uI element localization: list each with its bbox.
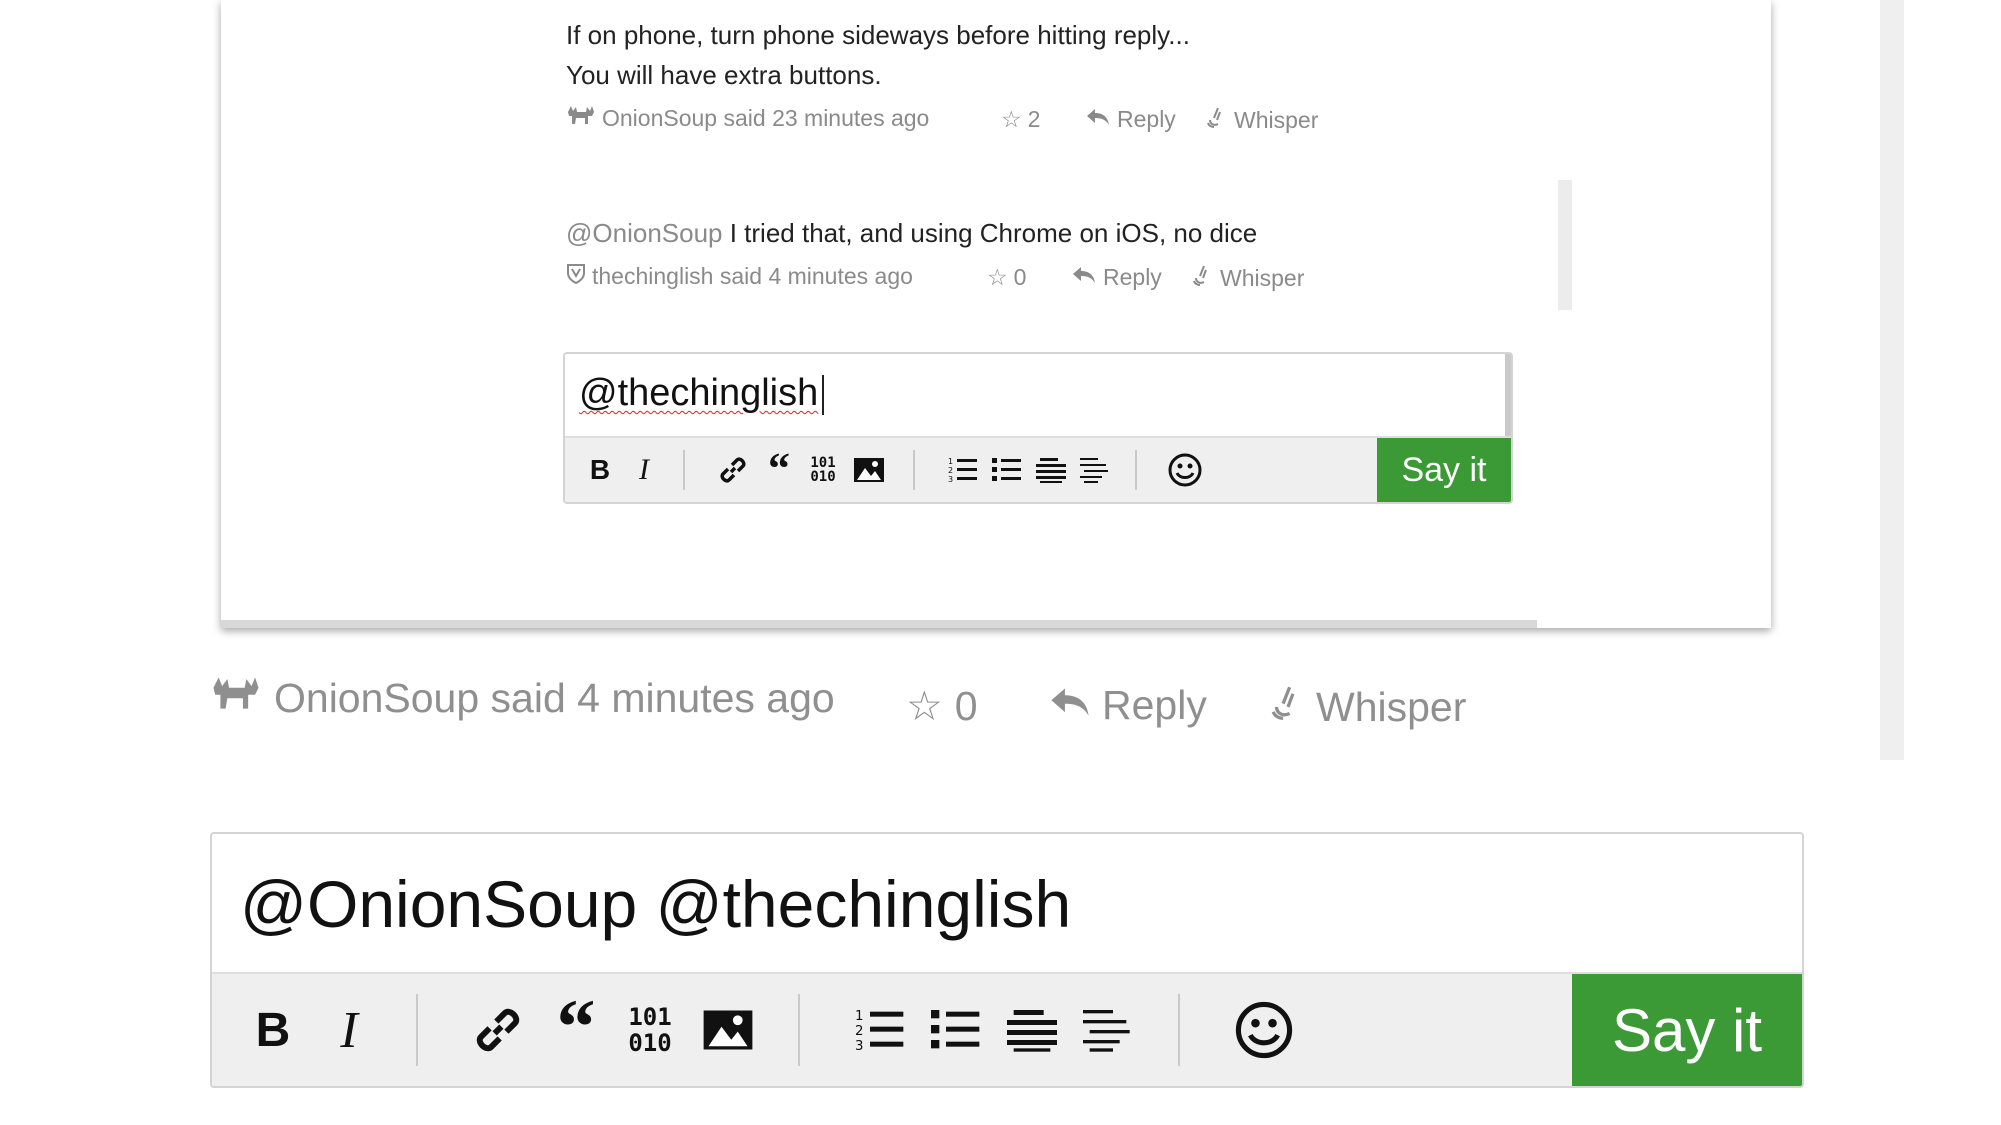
comment-text-line: You will have extra buttons. [566, 60, 882, 90]
whisper-icon [1206, 106, 1228, 134]
code-icon[interactable]: 101 010 [805, 452, 841, 488]
whisper-button[interactable]: Whisper [1206, 106, 1318, 134]
toolbar-separator [1135, 450, 1137, 490]
star-button[interactable]: ☆ 2 [1001, 106, 1040, 133]
quote-icon[interactable]: “ [548, 983, 604, 1070]
embedded-screenshot: If on phone, turn phone sideways before … [221, 0, 1771, 628]
comment-meta: OnionSoup said 23 minutes ago [566, 104, 929, 132]
say-it-button[interactable]: Say it [1572, 974, 1802, 1086]
toolbar-separator [416, 994, 418, 1066]
moose-avatar-icon [566, 104, 596, 132]
reply-arrow-icon [1048, 682, 1092, 729]
author-said-time[interactable]: thechinglish said 4 minutes ago [592, 263, 913, 290]
svg-text:3: 3 [948, 475, 953, 484]
star-button[interactable]: ☆ 0 [906, 682, 978, 730]
star-icon: ☆ [1001, 106, 1022, 132]
reply-editor: @OnionSoup @thechinglish B I “ 101 010 12… [210, 832, 1804, 1088]
star-icon: ☆ [906, 683, 943, 729]
star-button[interactable]: ☆ 0 [987, 264, 1026, 291]
toolbar-separator [913, 450, 915, 490]
comment-input[interactable]: @OnionSoup @thechinglish [212, 834, 1802, 976]
svg-text:3: 3 [855, 1039, 863, 1054]
whisper-label: Whisper [1234, 106, 1319, 133]
reply-label: Reply [1103, 264, 1162, 290]
svg-text:1: 1 [948, 457, 953, 466]
shield-avatar-icon [566, 262, 586, 290]
user-mention[interactable]: @OnionSoup [566, 218, 723, 248]
svg-text:2: 2 [855, 1024, 863, 1039]
format-toolbar: B I “ 101 010 123 Say it [212, 972, 1802, 1086]
comment-body: I tried that, and using Chrome on iOS, n… [722, 218, 1258, 248]
author-said-time[interactable]: OnionSoup said 4 minutes ago [274, 675, 835, 722]
reply-arrow-icon [1085, 106, 1111, 133]
star-icon: ☆ [987, 264, 1008, 290]
star-count: 2 [1027, 106, 1041, 132]
thread-scrollbar[interactable] [1558, 180, 1572, 310]
emoji-icon[interactable] [1234, 1000, 1294, 1060]
toolbar-separator [1178, 994, 1180, 1066]
reply-label: Reply [1117, 106, 1176, 132]
reply-button[interactable]: Reply [1071, 264, 1162, 291]
comment-input[interactable]: @thechinglish [565, 354, 1511, 438]
align-left-icon[interactable] [1077, 452, 1113, 488]
moose-avatar-icon [210, 672, 262, 724]
align-justify-icon[interactable] [1004, 1002, 1060, 1058]
bullet-list-icon[interactable] [928, 1002, 984, 1058]
comment-text-line: If on phone, turn phone sideways before … [566, 20, 1190, 50]
svg-text:1: 1 [855, 1009, 863, 1024]
align-left-icon[interactable] [1080, 1002, 1136, 1058]
reply-editor-small: @thechinglish B I “ 101 010 123 Say it [563, 352, 1513, 504]
screenshot-bottom-edge [221, 620, 1537, 628]
image-icon[interactable] [700, 1002, 756, 1058]
input-text: @thechinglish [579, 372, 819, 414]
whisper-icon [1192, 264, 1214, 292]
whisper-label: Whisper [1316, 683, 1467, 730]
reply-arrow-icon [1071, 264, 1097, 291]
emoji-icon[interactable] [1167, 452, 1203, 488]
star-count: 0 [954, 682, 978, 729]
toolbar-separator [798, 994, 800, 1066]
bold-icon[interactable]: B [248, 1004, 298, 1057]
reply-button[interactable]: Reply [1048, 682, 1207, 729]
bullet-list-icon[interactable] [989, 452, 1025, 488]
svg-text:2: 2 [948, 466, 953, 475]
italic-icon[interactable]: I [629, 452, 659, 488]
link-icon[interactable] [470, 1002, 526, 1058]
quote-icon[interactable]: “ [761, 444, 797, 493]
code-icon[interactable]: 101 010 [622, 1002, 678, 1058]
text-caret [822, 374, 825, 415]
reply-button[interactable]: Reply [1085, 106, 1176, 133]
whisper-button[interactable]: Whisper [1270, 682, 1466, 732]
comment-meta: thechinglish said 4 minutes ago [566, 262, 913, 290]
ordered-list-icon[interactable]: 123 [945, 452, 981, 488]
align-justify-icon[interactable] [1033, 452, 1069, 488]
comment-meta: OnionSoup said 4 minutes ago [210, 672, 835, 724]
page-scroll-rail[interactable] [1880, 0, 1904, 760]
reply-label: Reply [1102, 682, 1207, 728]
image-icon[interactable] [851, 452, 887, 488]
star-count: 0 [1013, 264, 1027, 290]
author-said-time[interactable]: OnionSoup said 23 minutes ago [602, 105, 929, 132]
link-icon[interactable] [715, 452, 751, 488]
whisper-label: Whisper [1220, 264, 1305, 291]
bold-icon[interactable]: B [585, 452, 615, 488]
ordered-list-icon[interactable]: 123 [852, 1002, 908, 1058]
italic-icon[interactable]: I [324, 1002, 374, 1059]
toolbar-separator [683, 450, 685, 490]
whisper-button[interactable]: Whisper [1192, 264, 1304, 292]
comment-text-line: @OnionSoup I tried that, and using Chrom… [566, 218, 1257, 249]
say-it-button[interactable]: Say it [1377, 438, 1511, 502]
whisper-icon [1270, 682, 1306, 732]
format-toolbar: B I “ 101 010 123 Say it [565, 436, 1511, 502]
